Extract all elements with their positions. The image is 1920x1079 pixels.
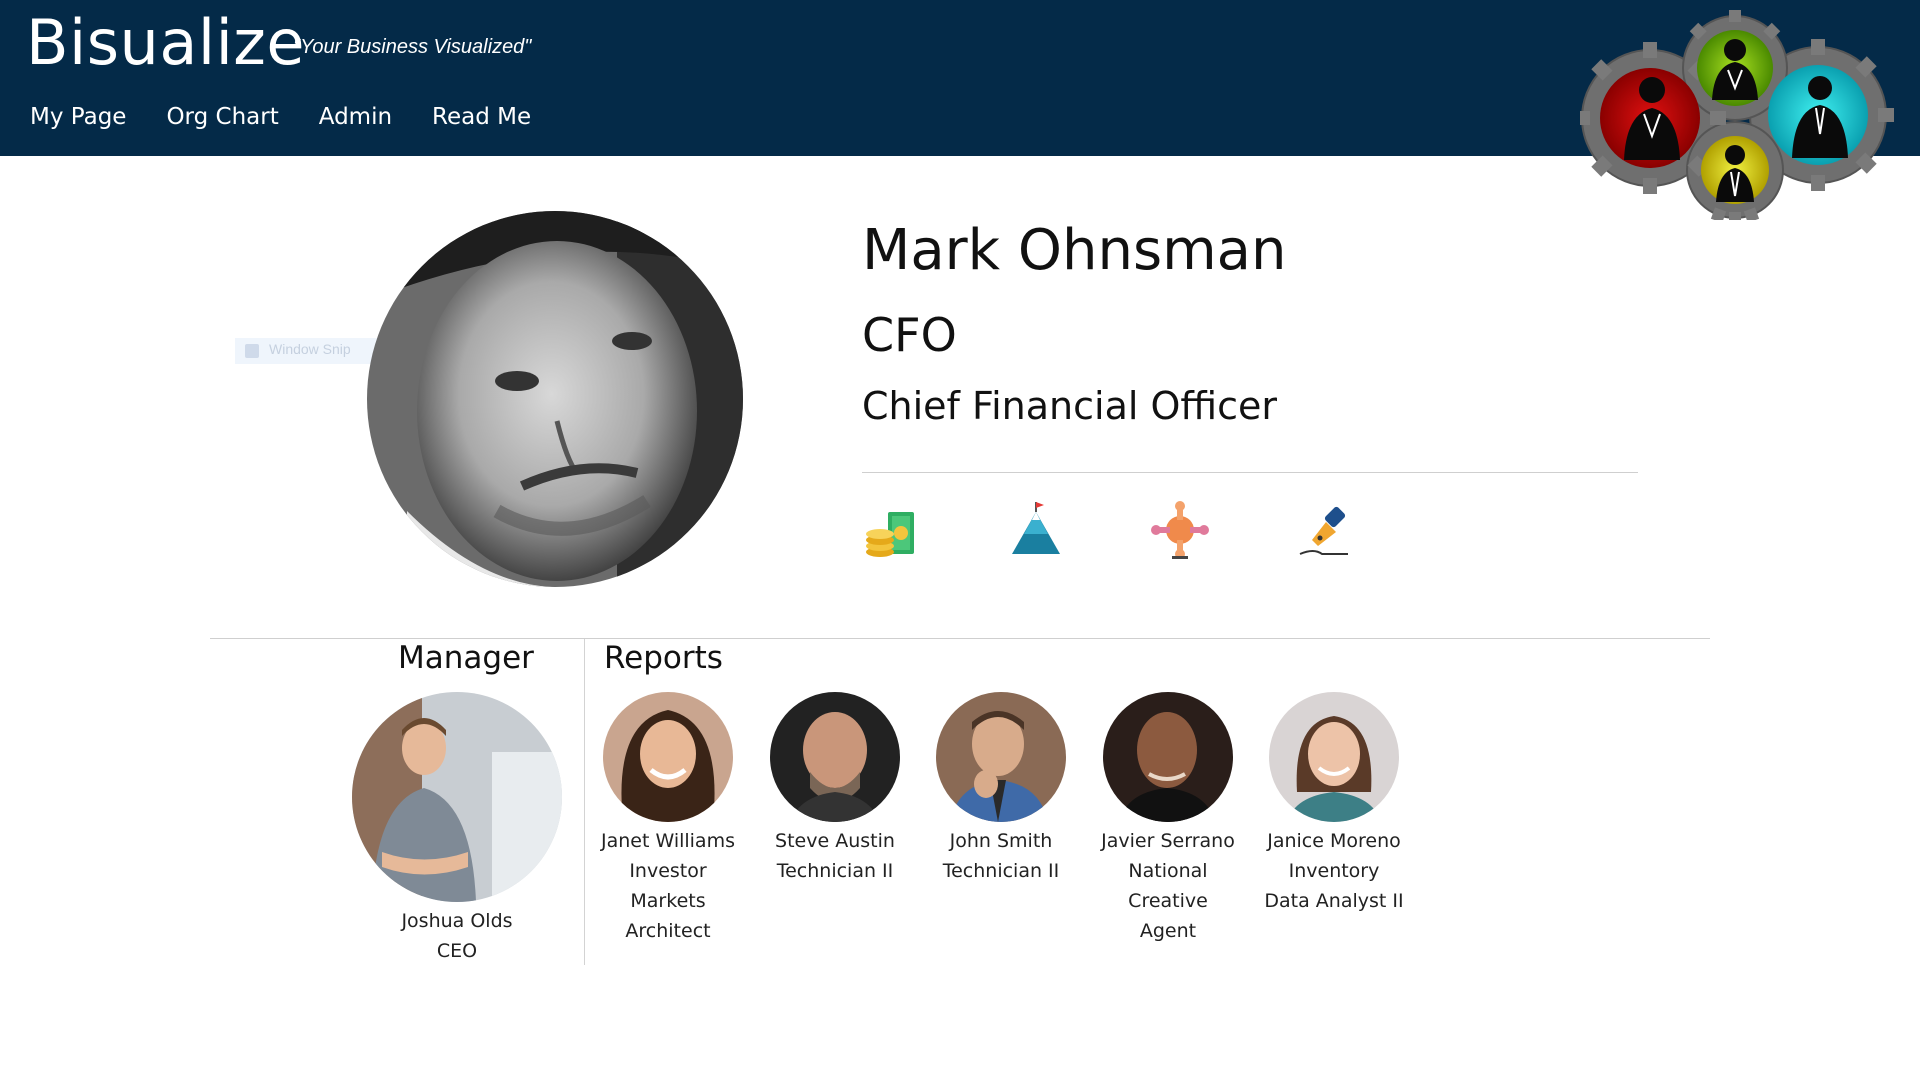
nav-org-chart[interactable]: Org Chart: [166, 104, 278, 130]
report-name: Janice Moreno: [1267, 830, 1401, 852]
manager-role: CEO: [436, 940, 478, 962]
report-title: Inventory Data Analyst II: [1264, 860, 1404, 912]
nav-my-page[interactable]: My Page: [30, 104, 126, 130]
manager-name: Joshua Olds: [401, 910, 513, 932]
report-title: Technician II: [776, 860, 894, 882]
report-name: John Smith: [949, 830, 1053, 852]
main-nav: My Page Org Chart Admin Read Me: [30, 104, 531, 130]
report-title: National Creative Agent: [1128, 860, 1208, 942]
column-separator: [584, 639, 585, 965]
report-card[interactable]: John Smith Technician II: [931, 692, 1071, 886]
report-card[interactable]: Steve Austin Technician II: [765, 692, 905, 886]
mountain-goal-icon[interactable]: [1006, 500, 1066, 560]
profile-name: Mark Ohnsman: [862, 218, 1287, 283]
profile-divider: [862, 472, 1638, 473]
profile-title-full: Chief Financial Officer: [862, 384, 1278, 428]
report-title: Investor Markets Architect: [625, 860, 711, 942]
tagline: "Your Business Visualized": [293, 36, 532, 58]
profile-title-abbr: CFO: [862, 308, 957, 362]
report-name: Javier Serrano: [1101, 830, 1235, 852]
manager-heading: Manager: [398, 640, 534, 676]
teamwork-icon[interactable]: [1150, 500, 1210, 560]
report-card[interactable]: Janet Williams Investor Markets Architec…: [598, 692, 738, 946]
report-avatar[interactable]: [770, 692, 900, 822]
report-avatar[interactable]: [936, 692, 1066, 822]
gears-logo-icon: [1580, 10, 1894, 220]
report-avatar[interactable]: [1103, 692, 1233, 822]
brand-logo-text[interactable]: Bisualize: [26, 6, 305, 79]
manager-card[interactable]: Joshua Olds CEO: [352, 692, 562, 966]
nav-admin[interactable]: Admin: [319, 104, 392, 130]
profile-photo: [367, 211, 743, 587]
report-avatar[interactable]: [603, 692, 733, 822]
report-card[interactable]: Janice Moreno Inventory Data Analyst II: [1264, 692, 1404, 916]
pen-signature-icon[interactable]: [1294, 500, 1354, 560]
reports-heading: Reports: [604, 640, 723, 676]
report-name: Steve Austin: [775, 830, 895, 852]
money-icon[interactable]: [862, 500, 922, 560]
badge-row: [862, 500, 1354, 560]
report-name: Janet Williams: [600, 830, 735, 852]
report-card[interactable]: Javier Serrano National Creative Agent: [1098, 692, 1238, 946]
section-divider: [210, 638, 1710, 639]
report-avatar[interactable]: [1269, 692, 1399, 822]
nav-read-me[interactable]: Read Me: [432, 104, 531, 130]
manager-avatar[interactable]: [352, 692, 562, 902]
report-title: Technician II: [942, 860, 1060, 882]
